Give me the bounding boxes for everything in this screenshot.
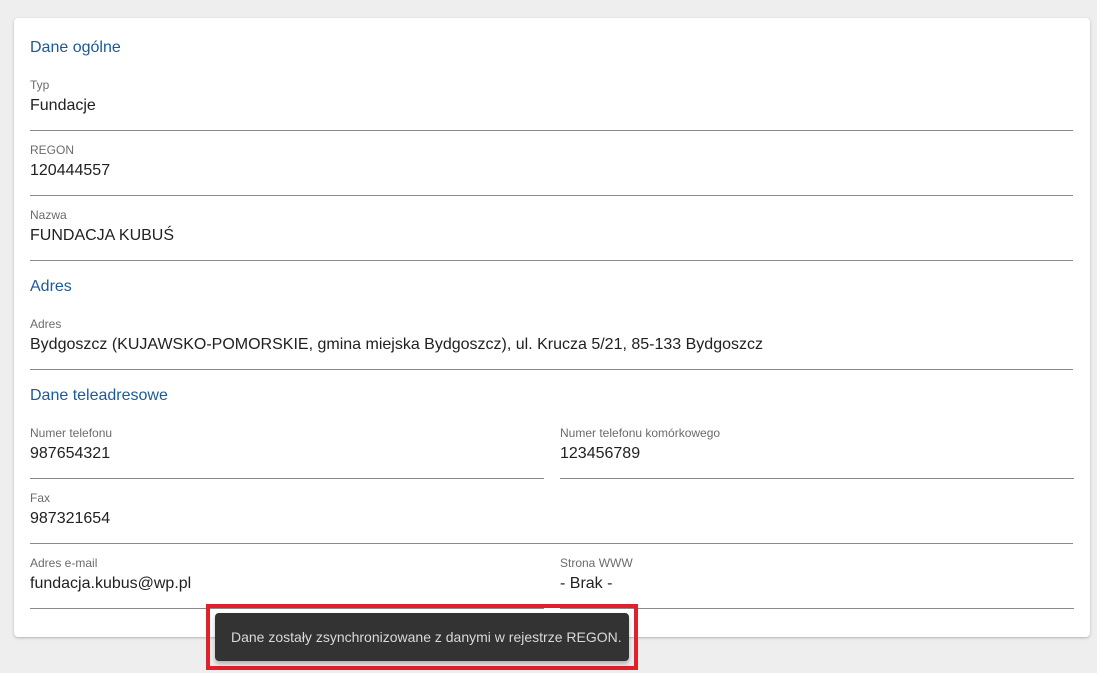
section-title-contact: Dane teleadresowe [30, 387, 168, 404]
website-value: - Brak - [560, 575, 613, 592]
phone-value: 987654321 [30, 445, 111, 462]
regon-label: REGON [30, 143, 75, 157]
type-label: Typ [30, 78, 50, 92]
fax-label: Fax [30, 491, 51, 505]
phone-label: Numer telefonu [30, 426, 113, 440]
section-title-address: Adres [30, 278, 72, 295]
address-label: Adres [30, 317, 62, 331]
section-title-general: Dane ogólne [30, 39, 121, 56]
email-label: Adres e-mail [30, 556, 98, 570]
address-value: Bydgoszcz (KUJAWSKO-POMORSKIE, gmina mie… [30, 336, 763, 353]
sync-toast[interactable]: Dane zostały zsynchronizowane z danymi w… [215, 613, 629, 661]
email-field[interactable]: Adres e-mail fundacja.kubus@wp.pl [30, 556, 544, 609]
website-label: Strona WWW [560, 556, 633, 570]
regon-field[interactable]: REGON 120444557 [30, 143, 1073, 196]
email-value: fundacja.kubus@wp.pl [30, 575, 192, 592]
organization-details-card: Dane ogólne Typ Fundacje REGON 120444557… [14, 18, 1090, 637]
name-value: FUNDACJA KUBUŚ [30, 227, 175, 244]
mobile-phone-value: 123456789 [560, 445, 641, 462]
regon-value: 120444557 [30, 162, 111, 179]
mobile-phone-label: Numer telefonu komórkowego [560, 426, 721, 440]
name-label: Nazwa [30, 208, 67, 222]
name-field[interactable]: Nazwa FUNDACJA KUBUŚ [30, 208, 1073, 261]
fax-field[interactable]: Fax 987321654 [30, 491, 1073, 544]
toast-message: Dane zostały zsynchronizowane z danymi w… [231, 629, 622, 645]
website-field[interactable]: Strona WWW - Brak - [560, 556, 1074, 609]
phone-field[interactable]: Numer telefonu 987654321 [30, 426, 544, 479]
type-field[interactable]: Typ Fundacje [30, 78, 1073, 131]
address-field[interactable]: Adres Bydgoszcz (KUJAWSKO-POMORSKIE, gmi… [30, 317, 1073, 370]
type-value: Fundacje [30, 97, 96, 114]
mobile-phone-field[interactable]: Numer telefonu komórkowego 123456789 [560, 426, 1074, 479]
fax-value: 987321654 [30, 510, 111, 527]
